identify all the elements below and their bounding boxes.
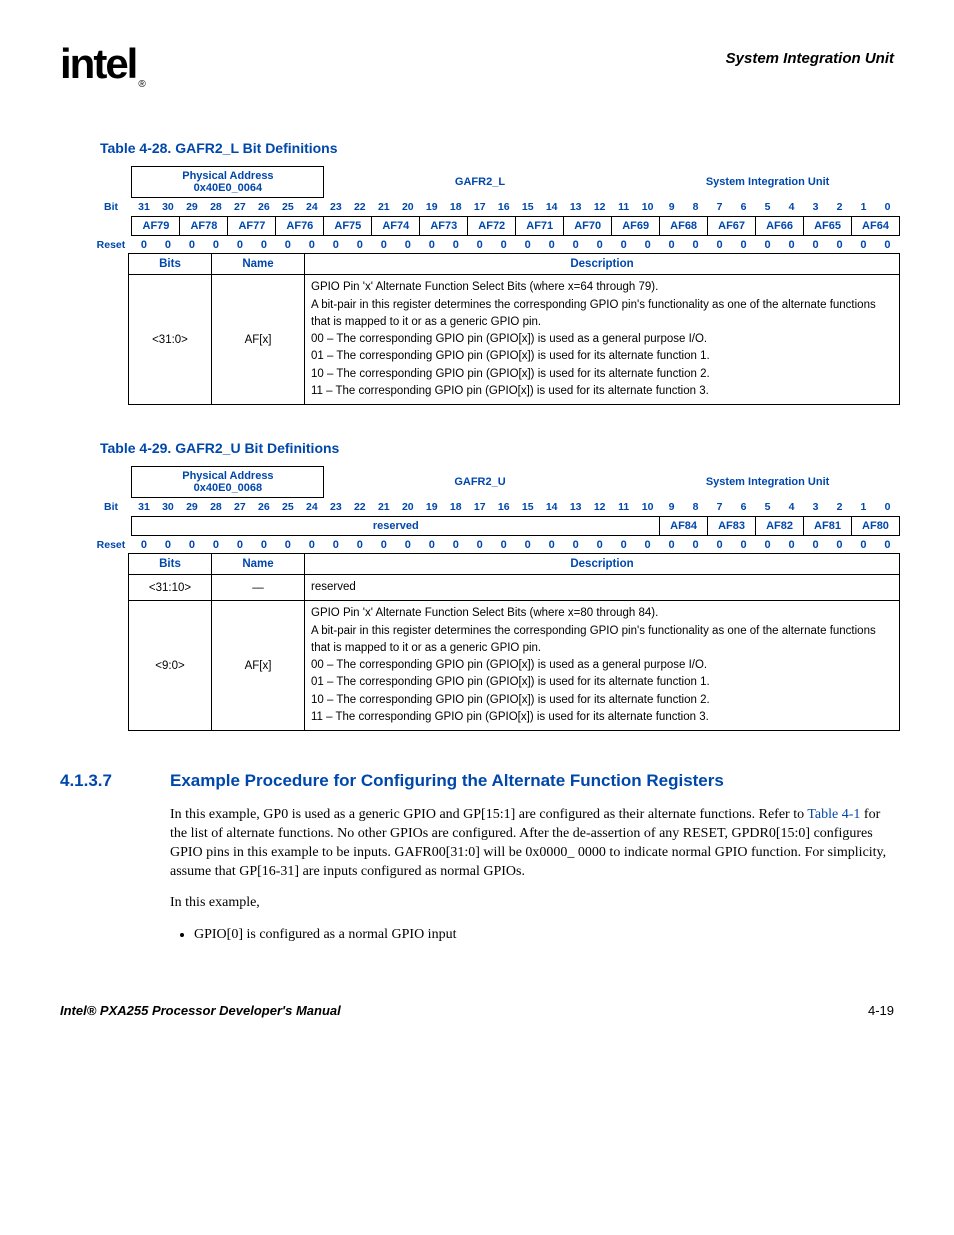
reg-name: GAFR2_L <box>324 167 636 198</box>
module-name: System Integration Unit <box>636 467 900 498</box>
field-row: reserved AF84 AF83 AF82 AF81 AF80 <box>90 517 900 536</box>
phys-addr: Physical Address 0x40E0_0064 <box>132 167 324 198</box>
table-row: <31:10> — reserved <box>129 575 900 601</box>
table28-register-table: Physical Address 0x40E0_0064 GAFR2_L Sys… <box>90 166 900 254</box>
page-header: intel® System Integration Unit <box>60 40 894 90</box>
logo-text: intel <box>60 40 136 87</box>
field-row: AF79 AF78 AF77 AF76 AF75 AF74 AF73 AF72 … <box>90 217 900 236</box>
module-name: System Integration Unit <box>636 167 900 198</box>
name-value: AF[x] <box>212 275 305 405</box>
reset-row: Reset 0 0 0 0 0 0 0 0 0 0 0 0 0 0 0 0 0 … <box>90 236 900 255</box>
reset-label: Reset <box>90 236 132 255</box>
table-row: <9:0> AF[x] GPIO Pin 'x' Alternate Funct… <box>129 601 900 731</box>
description-header: Description <box>305 254 900 275</box>
name-header: Name <box>212 254 305 275</box>
section-number: 4.1.3.7 <box>60 771 170 791</box>
description-value: GPIO Pin 'x' Alternate Function Select B… <box>305 275 900 405</box>
manual-title: Intel® PXA255 Processor Developer's Manu… <box>60 1003 341 1018</box>
section-title: Example Procedure for Configuring the Al… <box>170 771 724 791</box>
reset-row: Reset 0 0 0 0 0 0 0 0 0 0 0 0 0 0 0 0 0 … <box>90 536 900 555</box>
table29-title: Table 4-29. GAFR2_U Bit Definitions <box>100 440 894 456</box>
page-footer: Intel® PXA255 Processor Developer's Manu… <box>60 1003 894 1018</box>
reserved-field: reserved <box>132 517 660 536</box>
list-item: GPIO[0] is configured as a normal GPIO i… <box>194 927 894 943</box>
phys-addr: Physical Address 0x40E0_0068 <box>132 467 324 498</box>
bit-label: Bit <box>90 198 132 217</box>
bits-header: Bits <box>129 254 212 275</box>
table29-register-table: Physical Address 0x40E0_0068 GAFR2_U Sys… <box>90 466 900 554</box>
table-4-1-link[interactable]: Table 4-1 <box>807 807 860 822</box>
registered-mark: ® <box>138 79 143 90</box>
bit-number-row: Bit 31 30 29 28 27 26 25 24 23 22 21 20 … <box>90 198 900 217</box>
example-list: GPIO[0] is configured as a normal GPIO i… <box>170 927 894 943</box>
table29-description-table: Bits Name Description <31:10> — reserved… <box>128 553 900 731</box>
bits-value: <31:0> <box>129 275 212 405</box>
intel-logo: intel® <box>60 40 144 90</box>
paragraph-1: In this example, GP0 is used as a generi… <box>170 806 894 882</box>
paragraph-2: In this example, <box>170 894 894 913</box>
table28-title: Table 4-28. GAFR2_L Bit Definitions <box>100 140 894 156</box>
page-number: 4-19 <box>868 1003 894 1018</box>
section-heading: 4.1.3.7 Example Procedure for Configurin… <box>60 771 894 791</box>
reg-name: GAFR2_U <box>324 467 636 498</box>
table28-description-table: Bits Name Description <31:0> AF[x] GPIO … <box>128 253 900 405</box>
header-section-title: System Integration Unit <box>726 50 894 67</box>
bit-number-row: Bit 31 30 29 28 27 26 25 24 23 22 21 20 … <box>90 498 900 517</box>
